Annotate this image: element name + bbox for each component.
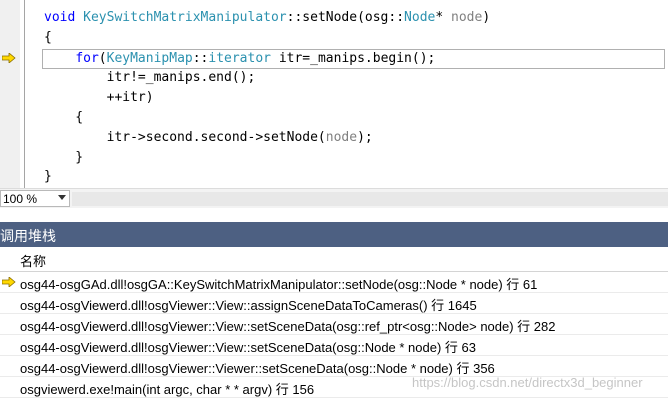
code-token: KeyManipMap: [106, 51, 193, 66]
callstack-row[interactable]: osg44-osgViewerd.dll!osgViewer::Viewer::…: [0, 356, 668, 377]
chevron-down-icon: [58, 195, 66, 200]
code-line[interactable]: {: [44, 29, 52, 47]
code-token: ::: [192, 51, 209, 66]
horizontal-scrollbar[interactable]: [72, 192, 668, 206]
code-token: iterator: [208, 51, 271, 66]
code-token: itr=_manips.begin();: [271, 51, 436, 66]
callstack-title-bar[interactable]: 调用堆栈: [0, 222, 668, 247]
code-line[interactable]: ++itr): [44, 89, 154, 107]
code-token: );: [357, 130, 373, 145]
code-line[interactable]: void KeySwitchMatrixManipulator::setNode…: [44, 9, 490, 27]
code-token: itr->second.second->setNode(: [44, 130, 326, 145]
callstack-frame: osg44-osgViewerd.dll!osgViewer::View::as…: [20, 298, 477, 313]
code-token: *: [435, 10, 452, 25]
code-line[interactable]: itr->second.second->setNode(node);: [44, 129, 373, 147]
callstack-frame: osg44-osgGAd.dll!osgGA::KeySwitchMatrixM…: [20, 277, 538, 292]
code-token: ): [482, 10, 491, 25]
zoom-dropdown[interactable]: 100 %: [0, 190, 70, 207]
callstack-frame: osg44-osgViewerd.dll!osgViewer::View::se…: [20, 340, 476, 355]
callstack-frame: osgviewerd.exe!main(int argc, char * * a…: [20, 382, 315, 397]
zoom-value: 100 %: [3, 192, 38, 206]
code-line[interactable]: }: [44, 149, 83, 167]
outline-margin-line: [24, 0, 25, 188]
column-header-label: 名称: [20, 254, 47, 269]
current-statement-arrow-icon: [2, 53, 16, 63]
callstack-row[interactable]: osg44-osgViewerd.dll!osgViewer::View::se…: [0, 314, 668, 335]
watermark: https://blog.csdn.net/directx3d_beginner: [412, 375, 643, 390]
code-token: itr!=_manips.end();: [44, 70, 256, 85]
callstack-frame: osg44-osgViewerd.dll!osgViewer::View::se…: [20, 319, 556, 334]
editor-bottom-strip: 100 %: [0, 188, 668, 209]
code-token: {: [44, 30, 52, 45]
code-token: ::setNode(osg::: [286, 10, 405, 25]
code-token: void: [44, 10, 76, 25]
code-token: for: [75, 51, 99, 66]
code-token: KeySwitchMatrixManipulator: [83, 10, 287, 25]
code-token: }: [44, 150, 84, 165]
indicator-margin[interactable]: [0, 0, 20, 188]
code-line[interactable]: itr!=_manips.end();: [44, 69, 256, 87]
panel-gap: [0, 208, 668, 222]
code-line-current[interactable]: for(KeyManipMap::iterator itr=_manips.be…: [42, 49, 665, 69]
code-token: (: [98, 51, 107, 66]
code-token: Node: [404, 10, 436, 25]
code-line[interactable]: {: [44, 109, 83, 127]
column-header-name[interactable]: 名称: [0, 247, 668, 272]
callstack-row[interactable]: osg44-osgGAd.dll!osgGA::KeySwitchMatrixM…: [0, 272, 668, 293]
code-token: {: [44, 110, 84, 125]
callstack-title: 调用堆栈: [0, 228, 56, 244]
code-token: node: [325, 130, 358, 145]
code-line[interactable]: }: [44, 168, 52, 186]
callstack-row[interactable]: osg44-osgViewerd.dll!osgViewer::View::se…: [0, 335, 668, 356]
callstack-row[interactable]: osg44-osgViewerd.dll!osgViewer::View::as…: [0, 293, 668, 314]
code-token: node: [451, 10, 483, 25]
current-frame-arrow-icon: [2, 277, 16, 287]
code-editor[interactable]: void KeySwitchMatrixManipulator::setNode…: [0, 0, 668, 188]
code-token: }: [44, 169, 52, 184]
code-token: ++itr): [44, 90, 154, 105]
